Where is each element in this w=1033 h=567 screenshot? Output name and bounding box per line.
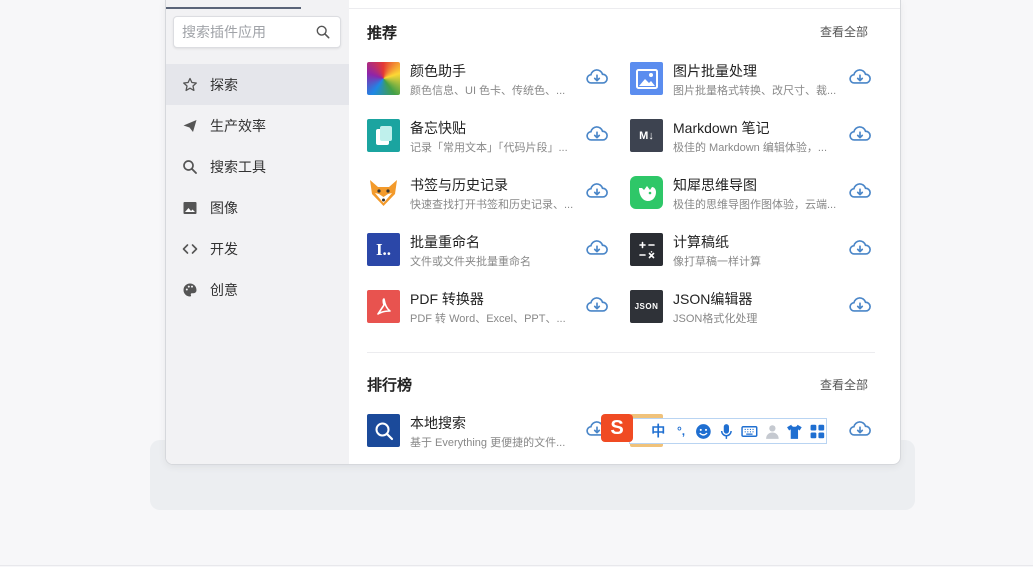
app-name: 书签与历史记录	[410, 177, 508, 193]
sidebar: 探索 生产效率 搜索工具 图像 开发 创意	[166, 0, 349, 464]
magnifier-icon	[367, 414, 400, 447]
app-name: 备忘快贴	[410, 120, 466, 136]
shirt-icon[interactable]	[786, 423, 803, 440]
text-cursor-icon: I..	[367, 233, 400, 266]
code-icon	[182, 241, 198, 257]
keyboard-icon[interactable]	[741, 423, 758, 440]
sidebar-item-image[interactable]: 图像	[166, 187, 349, 228]
sogou-logo-icon[interactable]: S	[601, 414, 633, 442]
app-card-local-search[interactable]: 本地搜索 基于 Everything 更便捷的文件...	[367, 410, 617, 454]
app-desc: 记录「常用文本」「代码片段」...	[410, 142, 568, 154]
app-name: 计算稿纸	[673, 234, 729, 250]
app-name: 颜色助手	[410, 63, 466, 79]
picture-icon	[630, 62, 663, 95]
app-desc: 颜色信息、UI 色卡、传统色、...	[410, 85, 566, 97]
app-name: JSON编辑器	[673, 291, 753, 307]
app-desc: 快速查找打开书签和历史记录、...	[410, 199, 574, 211]
app-desc: 文件或文件夹批量重命名	[410, 256, 531, 268]
app-card-bookmarks-history[interactable]: 书签与历史记录 快速查找打开书签和历史记录、...	[367, 172, 617, 216]
app-name: 批量重命名	[410, 234, 480, 250]
ime-toolbar[interactable]: 中 °, S	[601, 414, 827, 444]
sidebar-item-label: 探索	[210, 76, 238, 93]
sidebar-item-label: 搜索工具	[210, 158, 266, 175]
app-desc: 像打草稿一样计算	[673, 256, 761, 268]
app-card-memo-paste[interactable]: 备忘快贴 记录「常用文本」「代码片段」...	[367, 115, 617, 159]
ime-mode-toggle[interactable]: 中	[650, 421, 667, 441]
app-card-markdown-note[interactable]: M↓ Markdown 笔记 极佳的 Markdown 编辑体验，...	[630, 115, 880, 159]
app-name: PDF 转换器	[410, 291, 484, 307]
app-desc: 极佳的 Markdown 编辑体验，...	[673, 142, 828, 154]
sidebar-item-develop[interactable]: 开发	[166, 228, 349, 269]
sidebar-item-search-tools[interactable]: 搜索工具	[166, 146, 349, 187]
sidebar-nav: 探索 生产效率 搜索工具 图像 开发 创意	[166, 64, 349, 310]
cloud-download-icon[interactable]	[586, 68, 608, 86]
search-box[interactable]	[173, 16, 341, 48]
main-panel: 推荐 查看全部 颜色助手 颜色信息、UI 色卡、传统色、... 图片批量处理 图…	[349, 0, 900, 464]
calculator-icon	[630, 233, 663, 266]
fox-icon	[367, 176, 400, 209]
app-window: 探索 生产效率 搜索工具 图像 开发 创意	[165, 0, 901, 465]
markdown-icon: M↓	[630, 119, 663, 152]
search-icon[interactable]	[316, 25, 330, 39]
sidebar-item-explore[interactable]: 探索	[166, 64, 349, 105]
sidebar-item-label: 图像	[210, 199, 238, 216]
section-title-ranking: 排行榜	[367, 377, 413, 394]
sidebar-item-productivity[interactable]: 生产效率	[166, 105, 349, 146]
app-desc: 基于 Everything 更便捷的文件...	[410, 437, 566, 449]
app-card-calc-paper[interactable]: 计算稿纸 像打草稿一样计算	[630, 229, 880, 273]
sidebar-item-label: 开发	[210, 240, 238, 257]
clipboard-icon	[367, 119, 400, 152]
app-name: 本地搜索	[410, 415, 466, 431]
cloud-download-icon[interactable]	[849, 296, 871, 314]
app-card-mindmap[interactable]: 知犀思维导图 极佳的思维导图作图体验，云端...	[630, 172, 880, 216]
search-input[interactable]	[182, 17, 312, 47]
pdf-icon	[367, 290, 400, 323]
app-desc: 极佳的思维导图作图体验，云端...	[673, 199, 837, 211]
bottom-edge	[0, 565, 1033, 566]
cloud-download-icon[interactable]	[849, 420, 871, 438]
cloud-download-icon[interactable]	[849, 182, 871, 200]
rhino-icon	[630, 176, 663, 209]
ime-punct-toggle[interactable]: °,	[673, 424, 690, 438]
top-divider	[349, 8, 900, 9]
emoji-icon[interactable]	[695, 423, 712, 440]
view-all-recommend-link[interactable]: 查看全部	[820, 23, 868, 40]
sidebar-tab-indicator	[166, 7, 301, 9]
app-card-json-editor[interactable]: JSON JSON编辑器 JSON格式化处理	[630, 286, 880, 330]
view-all-ranking-link[interactable]: 查看全部	[820, 376, 868, 393]
json-icon: JSON	[630, 290, 663, 323]
app-name: 图片批量处理	[673, 63, 757, 79]
search-icon	[182, 159, 198, 175]
color-wheel-icon	[367, 62, 400, 95]
app-name: 知犀思维导图	[673, 177, 757, 193]
palette-icon	[182, 282, 198, 298]
user-icon[interactable]	[764, 423, 781, 440]
grid-icon[interactable]	[809, 423, 826, 440]
cloud-download-icon[interactable]	[586, 296, 608, 314]
send-icon	[182, 118, 198, 134]
cloud-download-icon[interactable]	[849, 68, 871, 86]
app-card-color-helper[interactable]: 颜色助手 颜色信息、UI 色卡、传统色、...	[367, 58, 617, 102]
app-card-pdf-converter[interactable]: PDF 转换器 PDF 转 Word、Excel、PPT、...	[367, 286, 617, 330]
sidebar-item-label: 创意	[210, 281, 238, 298]
microphone-icon[interactable]	[718, 423, 735, 440]
app-desc: JSON格式化处理	[673, 313, 758, 325]
app-name: Markdown 笔记	[673, 120, 770, 136]
sidebar-item-label: 生产效率	[210, 117, 266, 134]
cloud-download-icon[interactable]	[586, 182, 608, 200]
star-icon	[182, 77, 198, 93]
app-desc: PDF 转 Word、Excel、PPT、...	[410, 313, 566, 325]
sidebar-item-creative[interactable]: 创意	[166, 269, 349, 310]
cloud-download-icon[interactable]	[586, 239, 608, 257]
cloud-download-icon[interactable]	[849, 239, 871, 257]
section-title-recommend: 推荐	[367, 25, 398, 42]
cloud-download-icon[interactable]	[849, 125, 871, 143]
app-desc: 图片批量格式转换、改尺寸、裁...	[673, 85, 837, 97]
section-divider	[367, 352, 875, 353]
app-card-image-batch[interactable]: 图片批量处理 图片批量格式转换、改尺寸、裁...	[630, 58, 880, 102]
cloud-download-icon[interactable]	[586, 125, 608, 143]
ime-bar[interactable]: 中 °,	[629, 418, 827, 444]
app-card-batch-rename[interactable]: I.. 批量重命名 文件或文件夹批量重命名	[367, 229, 617, 273]
image-icon	[182, 200, 198, 216]
